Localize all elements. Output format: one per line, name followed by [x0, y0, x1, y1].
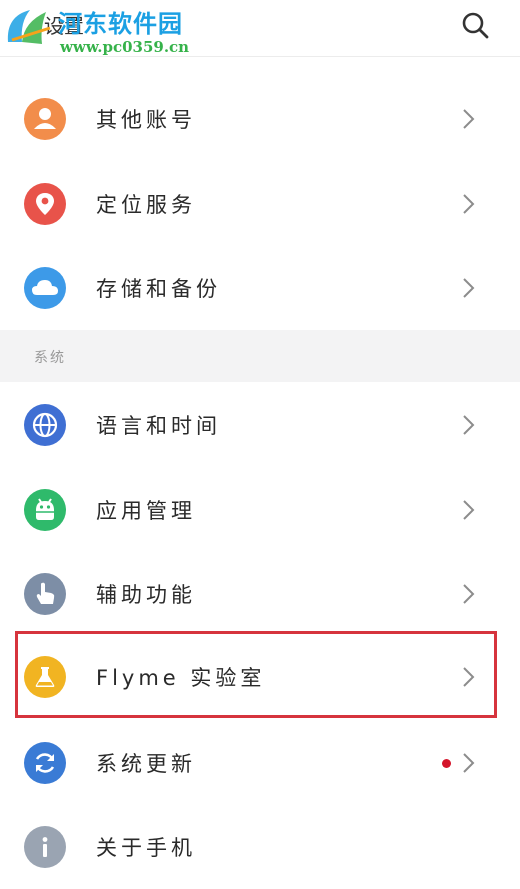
settings-item-app-management[interactable]: 应用管理 — [0, 467, 520, 552]
settings-item-language-time[interactable]: 语言和时间 — [0, 382, 520, 467]
settings-item-label: 语言和时间 — [96, 414, 221, 438]
search-icon[interactable] — [458, 8, 494, 44]
globe-icon — [24, 404, 66, 446]
chevron-right-icon — [463, 753, 475, 773]
settings-item-storage-backup[interactable]: 存储和备份 — [0, 245, 520, 330]
chevron-right-icon — [463, 194, 475, 214]
settings-item-label: 系统更新 — [96, 752, 196, 776]
settings-item-label: 应用管理 — [96, 499, 196, 523]
settings-item-label: 其他账号 — [96, 108, 196, 132]
settings-item-label: 辅助功能 — [96, 583, 196, 607]
settings-item-about-phone[interactable]: 关于手机 — [0, 804, 520, 889]
chevron-right-icon — [463, 415, 475, 435]
android-icon — [24, 489, 66, 531]
chevron-right-icon — [463, 584, 475, 604]
settings-item-label: 定位服务 — [96, 193, 196, 217]
highlight-box — [15, 631, 497, 718]
watermark-logo — [7, 10, 51, 44]
chevron-right-icon — [463, 500, 475, 520]
chevron-right-icon — [463, 109, 475, 129]
settings-item-other-accounts[interactable]: 其他账号 — [0, 76, 520, 161]
top-bar: 设置 河东软件园 www.pc0359.cn — [0, 0, 520, 57]
settings-item-accessibility[interactable]: 辅助功能 — [0, 551, 520, 636]
hand-pointer-icon — [24, 573, 66, 615]
section-header-label: 系统 — [34, 350, 66, 366]
settings-item-label: 关于手机 — [96, 836, 196, 860]
person-icon — [24, 98, 66, 140]
location-pin-icon — [24, 183, 66, 225]
cloud-icon — [24, 267, 66, 309]
watermark-url: www.pc0359.cn — [60, 38, 190, 56]
settings-item-system-update[interactable]: 系统更新 — [0, 720, 520, 805]
info-icon — [24, 826, 66, 868]
section-header-system: 系统 — [0, 330, 520, 382]
update-badge-dot — [442, 759, 451, 768]
refresh-icon — [24, 742, 66, 784]
settings-item-location-services[interactable]: 定位服务 — [0, 161, 520, 246]
chevron-right-icon — [463, 278, 475, 298]
watermark-site-name: 河东软件园 — [58, 9, 183, 38]
settings-item-label: 存储和备份 — [96, 277, 221, 301]
